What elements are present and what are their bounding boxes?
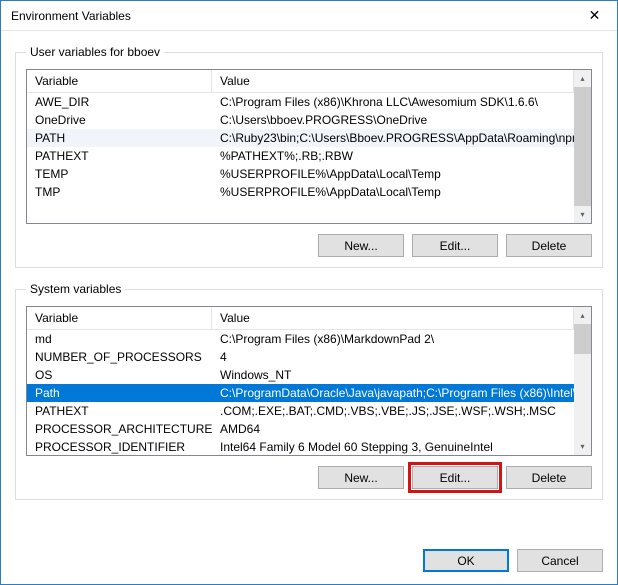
dialog-body: User variables for bboev Variable Value … (1, 31, 617, 543)
user-variables-list[interactable]: Variable Value AWE_DIRC:\Program Files (… (26, 69, 592, 224)
cell-value: C:\Program Files (x86)\MarkdownPad 2\ (212, 331, 574, 347)
user-variables-legend: User variables for bboev (26, 45, 164, 59)
system-button-row: New... Edit... Delete (26, 466, 592, 489)
cell-variable: PATHEXT (27, 403, 212, 419)
table-row[interactable]: PROCESSOR_ARCHITECTUREAMD64 (27, 420, 574, 438)
scroll-down-icon[interactable]: ▾ (574, 438, 591, 455)
cell-value: C:\Users\bboev.PROGRESS\OneDrive (212, 112, 574, 128)
cell-value: C:\Program Files (x86)\Khrona LLC\Awesom… (212, 94, 574, 110)
env-vars-dialog: Environment Variables ✕ User variables f… (0, 0, 618, 585)
cell-value: .COM;.EXE;.BAT;.CMD;.VBS;.VBE;.JS;.JSE;.… (212, 403, 574, 419)
col-header-variable[interactable]: Variable (27, 307, 212, 329)
cell-variable: TEMP (27, 166, 212, 182)
cell-variable: md (27, 331, 212, 347)
scrollbar[interactable]: ▴ ▾ (574, 307, 591, 455)
table-row[interactable]: PATHC:\Ruby23\bin;C:\Users\Bboev.PROGRES… (27, 129, 574, 147)
system-variables-group: System variables Variable Value mdC:\Pro… (15, 282, 603, 500)
cell-value: Windows_NT (212, 367, 574, 383)
scroll-thumb[interactable] (574, 324, 591, 354)
cell-variable: Path (27, 385, 212, 401)
user-delete-button[interactable]: Delete (506, 234, 592, 257)
cell-variable: TMP (27, 184, 212, 200)
cell-variable: PATHEXT (27, 148, 212, 164)
system-variables-list[interactable]: Variable Value mdC:\Program Files (x86)\… (26, 306, 592, 456)
system-variables-legend: System variables (26, 282, 125, 296)
cell-value: %USERPROFILE%\AppData\Local\Temp (212, 166, 574, 182)
cell-variable: NUMBER_OF_PROCESSORS (27, 349, 212, 365)
list-header: Variable Value (27, 70, 574, 93)
system-delete-button[interactable]: Delete (506, 466, 592, 489)
col-header-value[interactable]: Value (212, 307, 574, 329)
scroll-thumb[interactable] (574, 87, 591, 206)
user-edit-button[interactable]: Edit... (412, 234, 498, 257)
close-icon: ✕ (589, 7, 601, 24)
table-row[interactable]: TMP%USERPROFILE%\AppData\Local\Temp (27, 183, 574, 201)
table-row[interactable]: mdC:\Program Files (x86)\MarkdownPad 2\ (27, 330, 574, 348)
col-header-value[interactable]: Value (212, 70, 574, 92)
cell-variable: PATH (27, 130, 212, 146)
table-row[interactable]: OSWindows_NT (27, 366, 574, 384)
list-header: Variable Value (27, 307, 574, 330)
user-variables-group: User variables for bboev Variable Value … (15, 45, 603, 268)
table-row[interactable]: OneDriveC:\Users\bboev.PROGRESS\OneDrive (27, 111, 574, 129)
table-row[interactable]: PATHEXT%PATHEXT%;.RB;.RBW (27, 147, 574, 165)
ok-button[interactable]: OK (423, 549, 509, 572)
cell-value: %PATHEXT%;.RB;.RBW (212, 148, 574, 164)
cell-value: C:\Ruby23\bin;C:\Users\Bboev.PROGRESS\Ap… (212, 130, 574, 146)
cell-variable: PROCESSOR_IDENTIFIER (27, 439, 212, 455)
scrollbar[interactable]: ▴ ▾ (574, 70, 591, 223)
cell-variable: OneDrive (27, 112, 212, 128)
cell-variable: AWE_DIR (27, 94, 212, 110)
window-title: Environment Variables (11, 9, 572, 23)
table-row[interactable]: PROCESSOR_IDENTIFIERIntel64 Family 6 Mod… (27, 438, 574, 455)
col-header-variable[interactable]: Variable (27, 70, 212, 92)
scroll-up-icon[interactable]: ▴ (574, 70, 591, 87)
dialog-footer: OK Cancel (1, 543, 617, 584)
cell-value: C:\ProgramData\Oracle\Java\javapath;C:\P… (212, 385, 574, 401)
scroll-up-icon[interactable]: ▴ (574, 307, 591, 324)
user-new-button[interactable]: New... (318, 234, 404, 257)
table-row[interactable]: NUMBER_OF_PROCESSORS4 (27, 348, 574, 366)
system-edit-button[interactable]: Edit... (412, 466, 498, 489)
scroll-down-icon[interactable]: ▾ (574, 206, 591, 223)
cell-value: Intel64 Family 6 Model 60 Stepping 3, Ge… (212, 439, 574, 455)
cell-value: AMD64 (212, 421, 574, 437)
cell-variable: OS (27, 367, 212, 383)
scroll-track[interactable] (574, 87, 591, 206)
table-row[interactable]: PATHEXT.COM;.EXE;.BAT;.CMD;.VBS;.VBE;.JS… (27, 402, 574, 420)
table-row[interactable]: PathC:\ProgramData\Oracle\Java\javapath;… (27, 384, 574, 402)
cell-value: %USERPROFILE%\AppData\Local\Temp (212, 184, 574, 200)
table-row[interactable]: TEMP%USERPROFILE%\AppData\Local\Temp (27, 165, 574, 183)
system-new-button[interactable]: New... (318, 466, 404, 489)
cell-value: 4 (212, 349, 574, 365)
cancel-button[interactable]: Cancel (517, 549, 603, 572)
table-row[interactable]: AWE_DIRC:\Program Files (x86)\Khrona LLC… (27, 93, 574, 111)
titlebar: Environment Variables ✕ (1, 1, 617, 31)
user-button-row: New... Edit... Delete (26, 234, 592, 257)
scroll-track[interactable] (574, 324, 591, 438)
cell-variable: PROCESSOR_ARCHITECTURE (27, 421, 212, 437)
close-button[interactable]: ✕ (572, 1, 617, 30)
